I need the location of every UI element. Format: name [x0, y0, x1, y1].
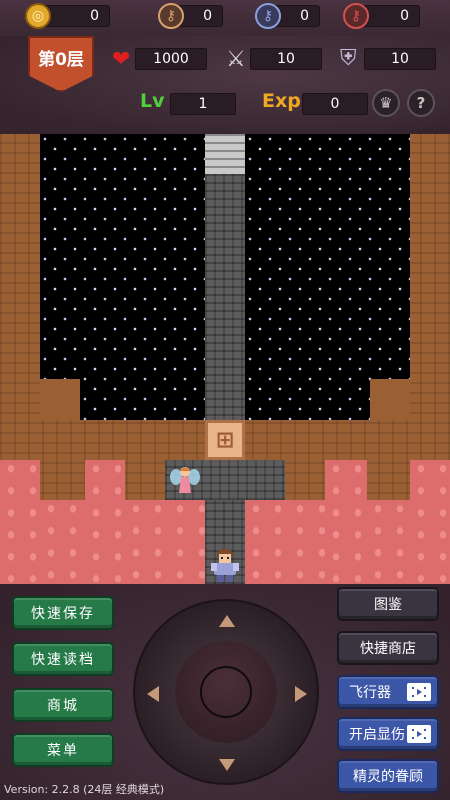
- yellow-key-icon: ⚷: [158, 3, 184, 29]
- arrow-left-icon[interactable]: [147, 686, 159, 702]
- brick-wall: [370, 379, 410, 420]
- exp-label: Exp: [262, 90, 301, 112]
- lava-pool: [245, 500, 325, 584]
- coin-icon: ◎: [25, 3, 51, 29]
- lava-pool: [40, 500, 85, 584]
- trophy-icon: ♛: [379, 94, 393, 112]
- game-map[interactable]: ⊞: [0, 134, 450, 584]
- shield-icon: ⛨: [340, 46, 357, 71]
- starfield-right: [245, 134, 410, 420]
- video-ad-icon: [407, 725, 431, 743]
- red-key-counter: ⚷ 0: [343, 3, 420, 29]
- red-key-icon: ⚷: [343, 3, 369, 29]
- brick-wall: [40, 379, 80, 420]
- fly-device-label: 飞行器: [349, 685, 391, 701]
- dpad[interactable]: [133, 599, 319, 785]
- lava-pool: [325, 460, 367, 584]
- stairs-up[interactable]: [205, 134, 245, 174]
- lava-pool: [85, 460, 125, 584]
- yellow-key-value: 0: [203, 8, 212, 24]
- stats-panel: 第0层 ❤ 1000 ⚔ 10 ⛨ 10 Lv 1 Exp 0 ♛ ?: [0, 36, 450, 134]
- blue-key-counter: ⚷ 0: [255, 3, 320, 29]
- exp-value: 0: [302, 93, 368, 115]
- floor-label: 第0层: [38, 50, 84, 70]
- attack-value: 10: [250, 48, 322, 70]
- dpad-ring: [200, 666, 252, 718]
- show-damage-button[interactable]: 开启显伤: [337, 717, 439, 751]
- blue-key-icon: ⚷: [255, 3, 281, 29]
- fly-device-button[interactable]: 飞行器: [337, 675, 439, 709]
- menu-button[interactable]: 菜单: [12, 733, 114, 767]
- hp-value: 1000: [135, 48, 207, 70]
- defense-value: 10: [364, 48, 436, 70]
- yellow-key-counter: ⚷ 0: [158, 3, 223, 29]
- gold-value: 0: [90, 8, 99, 24]
- heart-icon: ❤: [112, 47, 131, 72]
- starfield-left: [40, 134, 205, 420]
- hero-icon: [211, 548, 239, 582]
- arrow-down-icon[interactable]: [219, 759, 235, 771]
- fairy-npc[interactable]: [165, 460, 205, 500]
- hero-player[interactable]: [205, 544, 245, 584]
- door-icon: ⊞: [215, 427, 235, 453]
- arrow-right-icon[interactable]: [295, 686, 307, 702]
- lava-pool: [410, 460, 450, 584]
- lava-pool: [367, 500, 410, 584]
- yellow-door[interactable]: ⊞: [205, 420, 245, 460]
- quick-save-button[interactable]: 快速保存: [12, 596, 114, 630]
- question-icon: ?: [416, 94, 426, 112]
- show-damage-label: 开启显伤: [349, 727, 405, 743]
- version-text: Version: 2.2.8 (24层 经典模式): [4, 783, 165, 796]
- swords-icon: ⚔: [226, 47, 246, 72]
- red-key-value: 0: [400, 8, 409, 24]
- dpad-center[interactable]: [175, 641, 277, 743]
- lv-label: Lv: [140, 90, 165, 112]
- monster-book-button[interactable]: 图鉴: [337, 587, 439, 621]
- lv-value: 1: [170, 93, 236, 115]
- help-button[interactable]: ?: [407, 89, 435, 117]
- lava-pool: [125, 500, 205, 584]
- shop-button[interactable]: 商城: [12, 688, 114, 722]
- quick-load-button[interactable]: 快速读档: [12, 642, 114, 676]
- fairy-blessing-button[interactable]: 精灵的眷顾: [337, 759, 439, 793]
- gold-counter: ◎ 0: [25, 3, 110, 29]
- quick-shop-button[interactable]: 快捷商店: [337, 631, 439, 665]
- trophy-button[interactable]: ♛: [372, 89, 400, 117]
- stone-corridor: [205, 134, 245, 584]
- resource-bar: ◎ 0 ⚷ 0 ⚷ 0 ⚷ 0: [0, 0, 450, 36]
- fairy-icon: [170, 467, 200, 493]
- blue-key-value: 0: [300, 8, 309, 24]
- arrow-up-icon[interactable]: [219, 615, 235, 627]
- floor-badge: 第0层: [28, 36, 94, 92]
- lava-pool: [0, 460, 40, 584]
- video-ad-icon: [407, 683, 431, 701]
